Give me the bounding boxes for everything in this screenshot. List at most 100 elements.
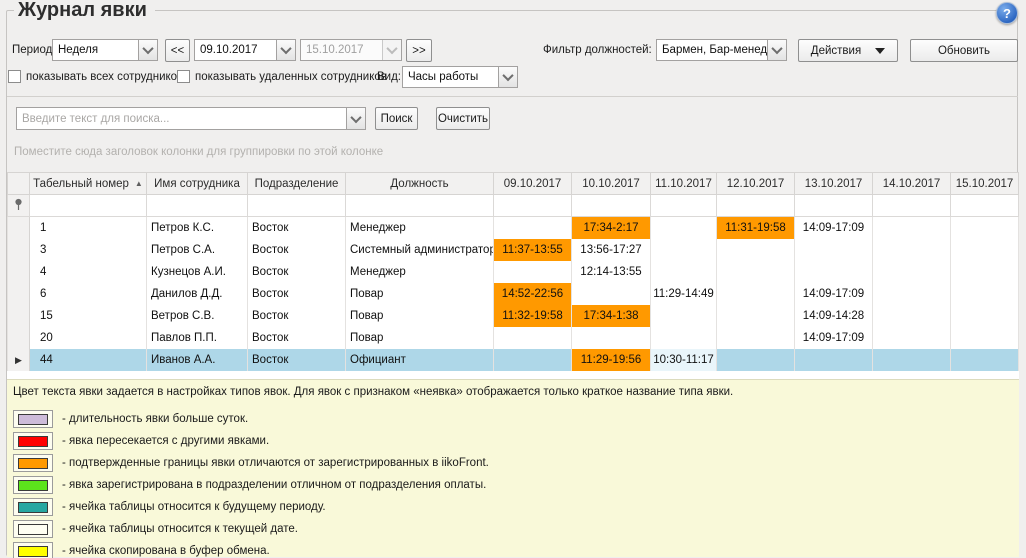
attendance-cell[interactable] (951, 261, 1019, 283)
chevron-down-icon[interactable] (498, 67, 517, 87)
attendance-cell[interactable] (795, 239, 873, 261)
employee-id-cell[interactable]: 20 (30, 327, 147, 349)
position-cell[interactable]: Повар (346, 327, 494, 349)
position-cell[interactable]: Повар (346, 305, 494, 327)
period-select[interactable]: Неделя (52, 39, 158, 61)
employee-id-cell[interactable]: 4 (30, 261, 147, 283)
attendance-cell[interactable] (951, 283, 1019, 305)
employee-name-cell[interactable]: Петров К.С. (147, 217, 248, 240)
chevron-down-icon[interactable] (276, 40, 295, 60)
attendance-cell[interactable] (651, 327, 717, 349)
attendance-cell[interactable]: 11:31-19:58 (717, 217, 795, 240)
column-header[interactable]: 10.10.2017 (572, 173, 651, 195)
department-cell[interactable]: Восток (248, 217, 346, 240)
employee-id-cell[interactable]: 15 (30, 305, 147, 327)
filter-cell[interactable] (951, 195, 1019, 217)
attendance-cell[interactable] (873, 327, 951, 349)
attendance-cell[interactable]: 14:09-14:28 (795, 305, 873, 327)
filter-cell[interactable] (651, 195, 717, 217)
position-cell[interactable]: Повар (346, 283, 494, 305)
column-header[interactable]: Табельный номер▲ (30, 173, 147, 195)
employee-row[interactable]: 4Кузнецов А.И.ВостокМенеджер12:14-13:55 (8, 261, 1019, 283)
attendance-cell[interactable]: 10:30-11:17 (651, 349, 717, 371)
employee-name-cell[interactable]: Ветров С.В. (147, 305, 248, 327)
clear-search-button[interactable]: Очистить (436, 107, 490, 130)
position-cell[interactable]: Системный администратор (346, 239, 494, 261)
column-header[interactable]: 12.10.2017 (717, 173, 795, 195)
employee-name-cell[interactable]: Иванов А.А. (147, 349, 248, 371)
actions-button[interactable]: Действия (798, 39, 898, 62)
column-header[interactable]: 13.10.2017 (795, 173, 873, 195)
attendance-cell[interactable] (572, 327, 651, 349)
filter-cell[interactable] (346, 195, 494, 217)
position-cell[interactable]: Официант (346, 349, 494, 371)
chevron-down-icon[interactable] (767, 40, 786, 60)
attendance-cell[interactable]: 17:34-1:38 (572, 305, 651, 327)
attendance-cell[interactable]: 11:29-19:56 (572, 349, 651, 371)
filter-cell[interactable] (795, 195, 873, 217)
attendance-cell[interactable] (717, 261, 795, 283)
search-input[interactable] (17, 108, 346, 129)
attendance-cell[interactable]: 14:09-17:09 (795, 283, 873, 305)
employee-id-cell[interactable]: 44 (30, 349, 147, 371)
position-cell[interactable]: Менеджер (346, 261, 494, 283)
employee-id-cell[interactable]: 6 (30, 283, 147, 305)
employee-name-cell[interactable]: Петров С.А. (147, 239, 248, 261)
column-header[interactable]: Имя сотрудника (147, 173, 248, 195)
attendance-cell[interactable] (873, 349, 951, 371)
chevron-down-icon[interactable] (346, 108, 365, 129)
department-cell[interactable]: Восток (248, 239, 346, 261)
column-header[interactable]: Должность (346, 173, 494, 195)
employee-row[interactable]: 6Данилов Д.Д.ВостокПовар14:52-22:5611:29… (8, 283, 1019, 305)
attendance-cell[interactable] (951, 327, 1019, 349)
department-cell[interactable]: Восток (248, 261, 346, 283)
attendance-cell[interactable] (951, 217, 1019, 240)
attendance-cell[interactable]: 14:09-17:09 (795, 217, 873, 240)
filter-cell[interactable] (717, 195, 795, 217)
department-cell[interactable]: Восток (248, 349, 346, 371)
attendance-cell[interactable] (951, 349, 1019, 371)
attendance-cell[interactable] (795, 261, 873, 283)
attendance-cell[interactable] (717, 327, 795, 349)
attendance-cell[interactable] (717, 349, 795, 371)
position-cell[interactable]: Менеджер (346, 217, 494, 240)
refresh-button[interactable]: Обновить (910, 39, 1018, 62)
attendance-cell[interactable]: 11:29-14:49 (651, 283, 717, 305)
employee-name-cell[interactable]: Павлов П.П. (147, 327, 248, 349)
column-header[interactable]: 09.10.2017 (494, 173, 572, 195)
filter-cell[interactable] (30, 195, 147, 217)
employee-row[interactable]: 20Павлов П.П.ВостокПовар14:09-17:09 (8, 327, 1019, 349)
employee-id-cell[interactable]: 3 (30, 239, 147, 261)
department-cell[interactable]: Восток (248, 283, 346, 305)
employee-row[interactable]: 1Петров К.С.ВостокМенеджер17:34-2:1711:3… (8, 217, 1019, 240)
attendance-cell[interactable] (717, 283, 795, 305)
attendance-cell[interactable] (494, 349, 572, 371)
search-combo[interactable] (16, 107, 366, 130)
attendance-cell[interactable] (873, 261, 951, 283)
help-icon[interactable]: ? (996, 2, 1018, 24)
show-all-employees-checkbox[interactable] (8, 70, 21, 83)
group-by-hint[interactable]: Поместите сюда заголовок колонки для гру… (14, 146, 383, 158)
attendance-cell[interactable]: 11:32-19:58 (494, 305, 572, 327)
column-header[interactable]: Подразделение (248, 173, 346, 195)
filter-cell[interactable] (572, 195, 651, 217)
attendance-cell[interactable] (651, 305, 717, 327)
next-period-button[interactable]: >> (406, 39, 432, 62)
attendance-cell[interactable] (795, 349, 873, 371)
attendance-cell[interactable]: 13:56-17:27 (572, 239, 651, 261)
attendance-cell[interactable] (873, 217, 951, 240)
attendance-cell[interactable] (572, 283, 651, 305)
attendance-cell[interactable] (951, 239, 1019, 261)
filter-cell[interactable] (494, 195, 572, 217)
attendance-cell[interactable]: 12:14-13:55 (572, 261, 651, 283)
show-deleted-employees-checkbox[interactable] (177, 70, 190, 83)
attendance-cell[interactable] (873, 239, 951, 261)
attendance-cell[interactable] (651, 261, 717, 283)
attendance-cell[interactable]: 11:37-13:55 (494, 239, 572, 261)
employee-row[interactable]: 15Ветров С.В.ВостокПовар11:32-19:5817:34… (8, 305, 1019, 327)
employee-name-cell[interactable]: Данилов Д.Д. (147, 283, 248, 305)
attendance-cell[interactable] (717, 239, 795, 261)
employee-row[interactable]: ▶44Иванов А.А.ВостокОфициант11:29-19:561… (8, 349, 1019, 371)
prev-period-button[interactable]: << (165, 39, 190, 62)
attendance-cell[interactable] (951, 305, 1019, 327)
